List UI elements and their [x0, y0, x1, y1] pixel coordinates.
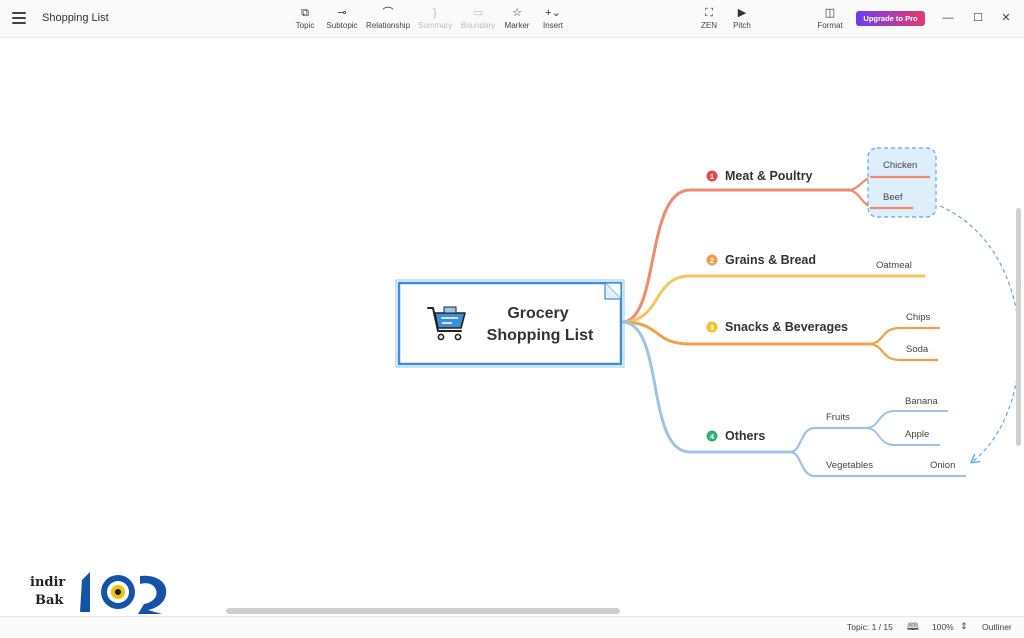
minimize-icon[interactable]: — [940, 10, 956, 26]
zen-button[interactable]: ⛶ ZEN [699, 6, 719, 34]
svg-text:1: 1 [710, 172, 714, 181]
relationship-icon: ⌒ [382, 7, 394, 19]
central-topic-line2: Shopping List [487, 327, 594, 344]
subtopic-chips[interactable]: Chips [906, 312, 931, 323]
watermark-logo [80, 572, 167, 614]
title-bar: Shopping List ⧉ Topic ⊸ Subtopic ⌒ Relation… [0, 0, 1024, 38]
topic-label: Snacks & Beverages [725, 320, 848, 334]
topic-others[interactable]: 4 Others [706, 429, 766, 443]
insert-button[interactable]: +⌄ Insert [540, 6, 566, 34]
topic-grains-bread[interactable]: 2 Grains & Bread [706, 253, 817, 267]
subtopic-button[interactable]: ⊸ Subtopic [326, 6, 358, 34]
branch-line-grains [621, 274, 925, 324]
subtopic-oatmeal[interactable]: Oatmeal [876, 260, 912, 271]
star-icon: ☆ [512, 7, 522, 19]
subtopic-banana[interactable]: Banana [905, 396, 938, 407]
format-button[interactable]: ◫ Format [817, 6, 843, 34]
fullscreen-icon: ⛶ [705, 7, 713, 19]
topic-count: Topic: 1 / 15 [847, 622, 893, 632]
pitch-button[interactable]: ▶ Pitch [731, 6, 753, 34]
sub-line-banana [865, 410, 948, 429]
watermark-text-top: indir [30, 575, 66, 590]
topic-label: Others [725, 429, 765, 443]
svg-text:3: 3 [710, 323, 714, 332]
watermark-text-bottom: Bak [35, 593, 64, 608]
summary-button[interactable]: } Summary [418, 6, 452, 34]
subtopic-apple[interactable]: Apple [905, 429, 929, 440]
subtopic-soda[interactable]: Soda [906, 344, 929, 355]
zoom-stepper-icon[interactable]: ⇕ [960, 621, 968, 632]
sub-line-chips [867, 326, 940, 346]
boundary-button[interactable]: ▭ Boundary [460, 6, 496, 34]
mindmap-svg: Grocery Shopping List 1 Meat & Poultry 2… [395, 147, 1021, 478]
subtopic-onion[interactable]: Onion [930, 460, 955, 471]
outliner-button[interactable]: Outliner [982, 622, 1012, 632]
topic-label: Meat & Poultry [725, 169, 813, 183]
subtopic-icon: ⊸ [337, 7, 347, 19]
vertical-scrollbar[interactable] [1016, 208, 1021, 446]
zoom-level[interactable]: 100% [932, 622, 954, 632]
topic-label: Grains & Bread [725, 253, 816, 267]
central-topic-line1: Grocery [507, 305, 568, 322]
status-bar: Topic: 1 / 15 🕮 100% ⇕ Outliner [0, 616, 1024, 638]
document-title: Shopping List [42, 12, 109, 24]
horizontal-scrollbar[interactable] [226, 608, 620, 614]
hamburger-menu-icon[interactable] [12, 12, 26, 24]
topic-snacks-beverages[interactable]: 3 Snacks & Beverages [706, 320, 849, 334]
sub-line-fruits [789, 426, 868, 454]
subtopic-chicken[interactable]: Chicken [883, 160, 917, 171]
relationship-arrow[interactable] [939, 205, 1021, 462]
mindmap-canvas[interactable]: Grocery Shopping List 1 Meat & Poultry 2… [0, 38, 1024, 616]
topic-meat-poultry[interactable]: 1 Meat & Poultry [706, 169, 813, 183]
boundary-box[interactable] [867, 147, 937, 218]
upgrade-button[interactable]: Upgrade to Pro [856, 11, 925, 26]
format-panel-icon: ◫ [824, 7, 836, 19]
subtopic-beef[interactable]: Beef [883, 192, 903, 203]
topic-icon: ⧉ [301, 7, 309, 19]
branch-line-others [621, 320, 792, 454]
svg-text:2: 2 [710, 256, 714, 265]
boundary-icon: ▭ [472, 7, 484, 19]
close-icon[interactable]: ✕ [998, 10, 1014, 26]
summary-icon: } [433, 7, 437, 19]
relationship-button[interactable]: ⌒ Relationship [366, 6, 410, 34]
topic-button[interactable]: ⧉ Topic [293, 6, 317, 34]
subtopic-fruits[interactable]: Fruits [826, 412, 850, 423]
subtopic-vegetables[interactable]: Vegetables [826, 460, 873, 471]
marker-button[interactable]: ☆ Marker [504, 6, 530, 34]
maximize-icon[interactable]: ☐ [970, 10, 986, 26]
play-icon: ▶ [737, 7, 747, 19]
plus-chevron-icon: +⌄ [545, 7, 561, 19]
map-book-icon[interactable]: 🕮 [907, 620, 919, 637]
central-topic[interactable]: Grocery Shopping List [395, 279, 625, 368]
